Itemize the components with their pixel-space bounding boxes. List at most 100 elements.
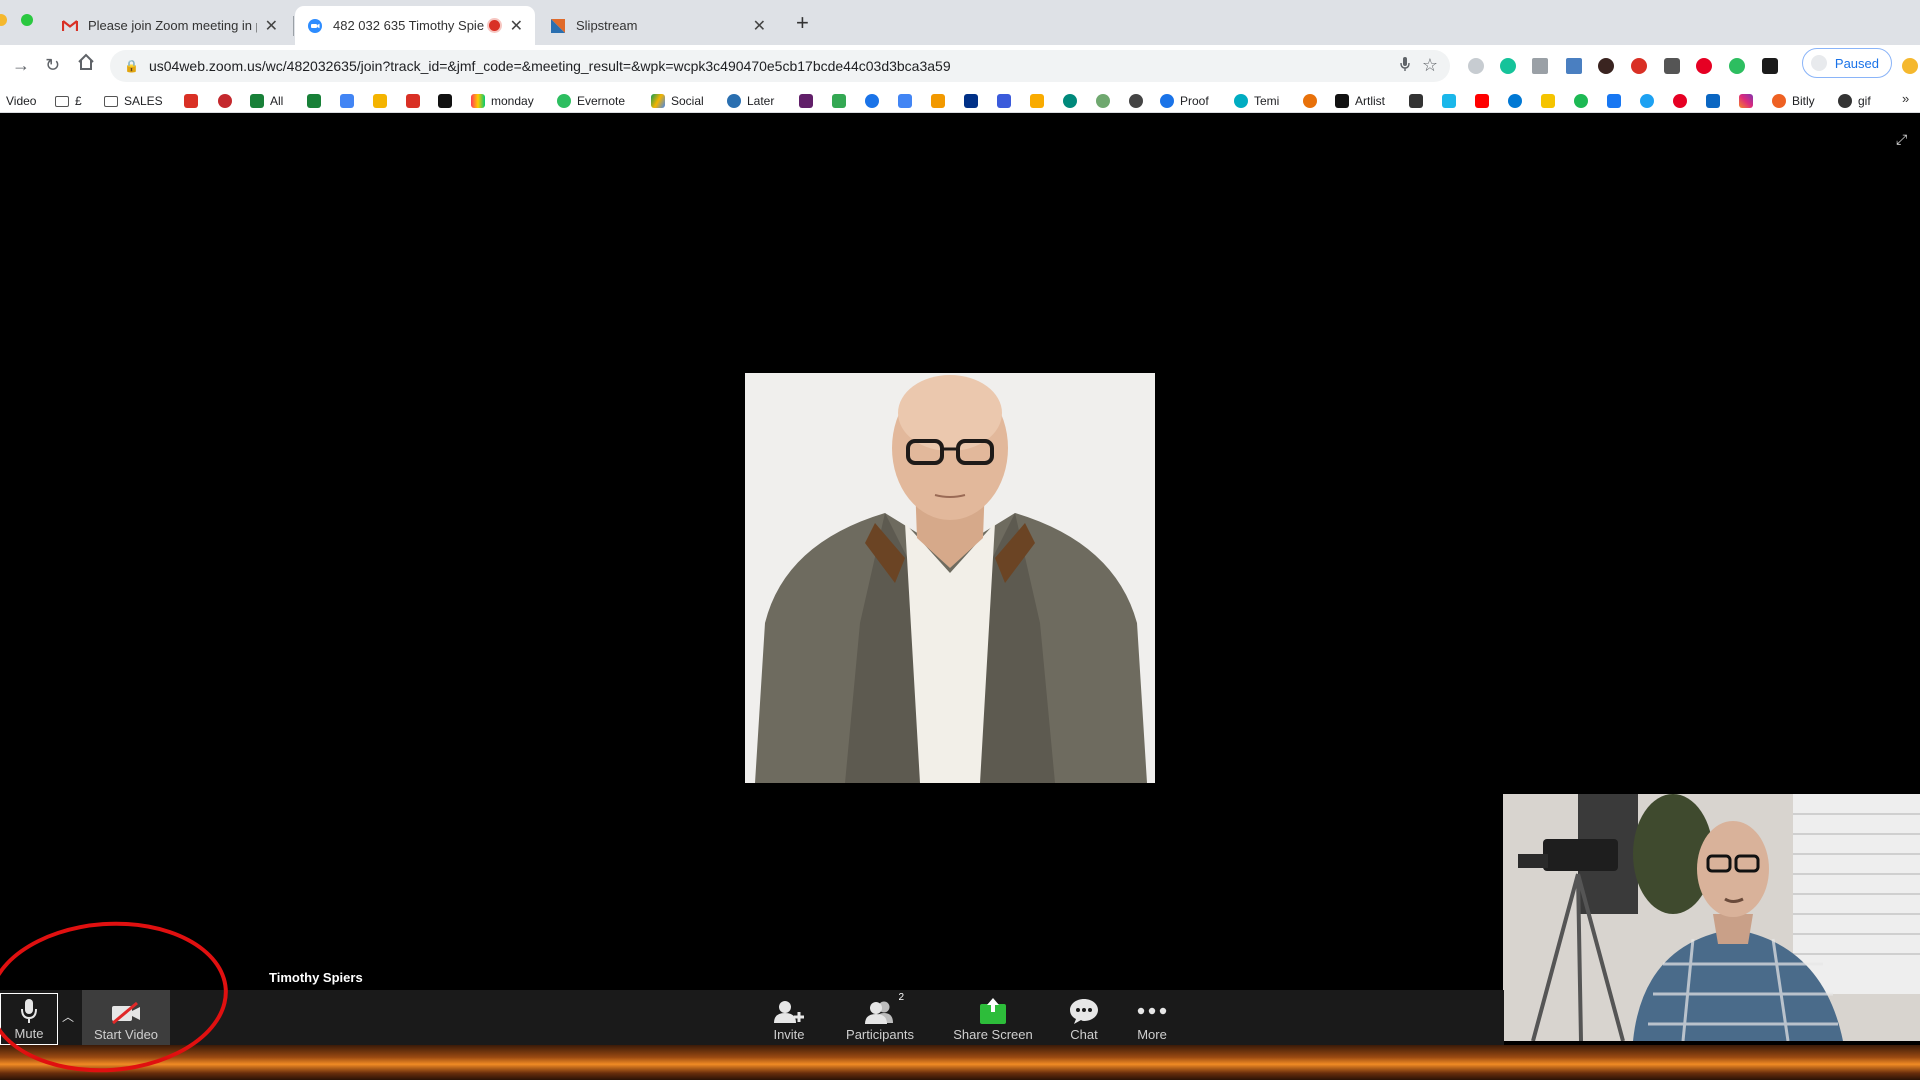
bookmark-slides[interactable] [373, 92, 387, 110]
extension-x-icon[interactable] [1762, 58, 1778, 74]
bookmark-temi[interactable]: Temi [1234, 92, 1279, 110]
bookmark-squarespace[interactable] [1129, 92, 1143, 110]
mute-button[interactable]: Mute [0, 993, 58, 1045]
bookmark-sheets[interactable] [307, 92, 321, 110]
bookmark-artlist[interactable]: Artlist [1335, 92, 1385, 110]
window-zoom-button[interactable] [21, 14, 33, 26]
bookmark-paypal[interactable] [964, 92, 978, 110]
zoom-page-icon[interactable] [1468, 58, 1484, 74]
bookmark-instagram[interactable] [1739, 92, 1753, 110]
share-screen-button[interactable]: Share Screen [952, 990, 1034, 1045]
bookmark-gmail[interactable] [184, 92, 198, 110]
start-video-button[interactable]: Start Video [82, 990, 170, 1045]
tab-manager-icon[interactable] [1566, 58, 1582, 74]
bookmark-video[interactable]: Video [6, 92, 36, 110]
tab-zoom-meeting[interactable]: 482 032 635 Timothy Spie ✕ [295, 6, 535, 45]
extension-k-icon[interactable] [1598, 58, 1614, 74]
bookmark-blue-circle[interactable] [865, 92, 879, 110]
bookmark-blue-square[interactable] [997, 92, 1011, 110]
bookmark-we[interactable] [438, 92, 452, 110]
close-tab-icon[interactable]: ✕ [753, 16, 766, 36]
invite-label: Invite [773, 1027, 805, 1042]
bookmark-vimeo[interactable] [1442, 92, 1456, 110]
bookmark-proof[interactable]: Proof [1160, 92, 1209, 110]
chat-button[interactable]: Chat [1066, 990, 1102, 1045]
microphone-icon[interactable] [1400, 57, 1410, 74]
pinterest-icon[interactable] [1696, 58, 1712, 74]
bookmark-all[interactable]: All [250, 92, 283, 110]
tab-separator [293, 16, 294, 36]
bookmark-calendar[interactable] [898, 92, 912, 110]
bookmark-green-circle[interactable] [1574, 92, 1588, 110]
bookmark-red-k[interactable] [406, 92, 420, 110]
bookmark-later[interactable]: Later [727, 92, 774, 110]
fullscreen-icon[interactable]: ⤢ [1896, 131, 1907, 148]
forward-icon[interactable]: → [12, 55, 30, 76]
invite-user-icon [774, 1000, 804, 1024]
screenshot-extension-icon[interactable] [1664, 58, 1680, 74]
bookmark-pinterest[interactable] [1673, 92, 1687, 110]
bookmark-linkedin[interactable] [1706, 92, 1720, 110]
bookmark-twitter[interactable] [1640, 92, 1654, 110]
bookmark-star-icon[interactable]: ☆ [1422, 55, 1438, 76]
bookmark-chat-teal[interactable] [1063, 92, 1077, 110]
chat-bubble-icon [1063, 94, 1077, 108]
bookmark-cloud[interactable] [1508, 92, 1522, 110]
window-minimize-button[interactable] [0, 14, 7, 26]
new-tab-icon[interactable]: + [796, 10, 809, 36]
invite-button[interactable]: Invite [768, 990, 810, 1045]
twitter-icon [1640, 94, 1654, 108]
grammarly-icon[interactable] [1500, 58, 1516, 74]
audio-options-chevron-icon[interactable]: ︿ [62, 1008, 74, 1025]
bookmark-dark-chart[interactable] [1409, 92, 1423, 110]
blue-square-icon [997, 94, 1011, 108]
lock-icon: 🔒 [124, 59, 139, 73]
bookmark-youtube[interactable] [1475, 92, 1489, 110]
chat-bubble-icon [1069, 998, 1099, 1024]
share-screen-label: Share Screen [953, 1027, 1033, 1042]
bookmark-pound[interactable]: £ [55, 92, 82, 110]
bookmark-facebook[interactable] [1607, 92, 1621, 110]
tab-title: 482 032 635 Timothy Spie [333, 18, 485, 33]
sheets-icon [307, 94, 321, 108]
bookmark-maps[interactable] [832, 92, 846, 110]
bookmark-red-swirl[interactable] [218, 92, 232, 110]
participants-button[interactable]: 2 Participants [844, 990, 916, 1045]
evernote-icon[interactable] [1729, 58, 1745, 74]
red-k-icon [406, 94, 420, 108]
bookmark-analytics[interactable] [1030, 92, 1044, 110]
evernote-icon [557, 94, 571, 108]
start-video-label: Start Video [93, 1027, 159, 1042]
browser-toolbar: → ↻ 🔒 us04web.zoom.us/wc/482032635/join?… [0, 45, 1920, 89]
bookmark-sales[interactable]: SALES [104, 92, 163, 110]
tab-gmail[interactable]: Please join Zoom meeting in pr ✕ [50, 6, 290, 45]
chart-icon [1409, 94, 1423, 108]
more-button[interactable]: More [1134, 990, 1170, 1045]
bookmark-orange-b[interactable] [1303, 92, 1317, 110]
bookmark-gm[interactable] [1096, 92, 1110, 110]
bookmark-gif[interactable]: gif [1838, 92, 1871, 110]
close-tab-icon[interactable]: ✕ [510, 16, 523, 36]
drive-extension-icon[interactable] [1532, 58, 1548, 74]
paypal-icon [964, 94, 978, 108]
bookmark-yellow-c[interactable] [1541, 92, 1555, 110]
bookmark-monday[interactable]: monday [471, 92, 534, 110]
adblock-plus-icon[interactable] [1631, 58, 1647, 74]
home-icon[interactable] [77, 53, 95, 76]
more-bookmarks-icon[interactable]: » [1902, 91, 1909, 106]
bookmark-evernote[interactable]: Evernote [557, 92, 625, 110]
participants-icon [864, 1000, 896, 1024]
bookmark-slack[interactable] [799, 92, 813, 110]
tab-slipstream[interactable]: Slipstream ✕ [538, 6, 778, 45]
profile-paused-button[interactable]: Paused [1802, 48, 1892, 78]
close-tab-icon[interactable]: ✕ [265, 16, 278, 36]
later-icon [727, 94, 741, 108]
bookmark-social[interactable]: Social [651, 92, 704, 110]
bookmark-download[interactable] [931, 92, 945, 110]
address-bar[interactable]: 🔒 us04web.zoom.us/wc/482032635/join?trac… [110, 50, 1450, 82]
extension-warning-icon[interactable] [1902, 58, 1918, 74]
avatar [1811, 55, 1827, 71]
reload-icon[interactable]: ↻ [45, 55, 60, 76]
bookmark-bitly[interactable]: Bitly [1772, 92, 1815, 110]
bookmark-docs[interactable] [340, 92, 354, 110]
